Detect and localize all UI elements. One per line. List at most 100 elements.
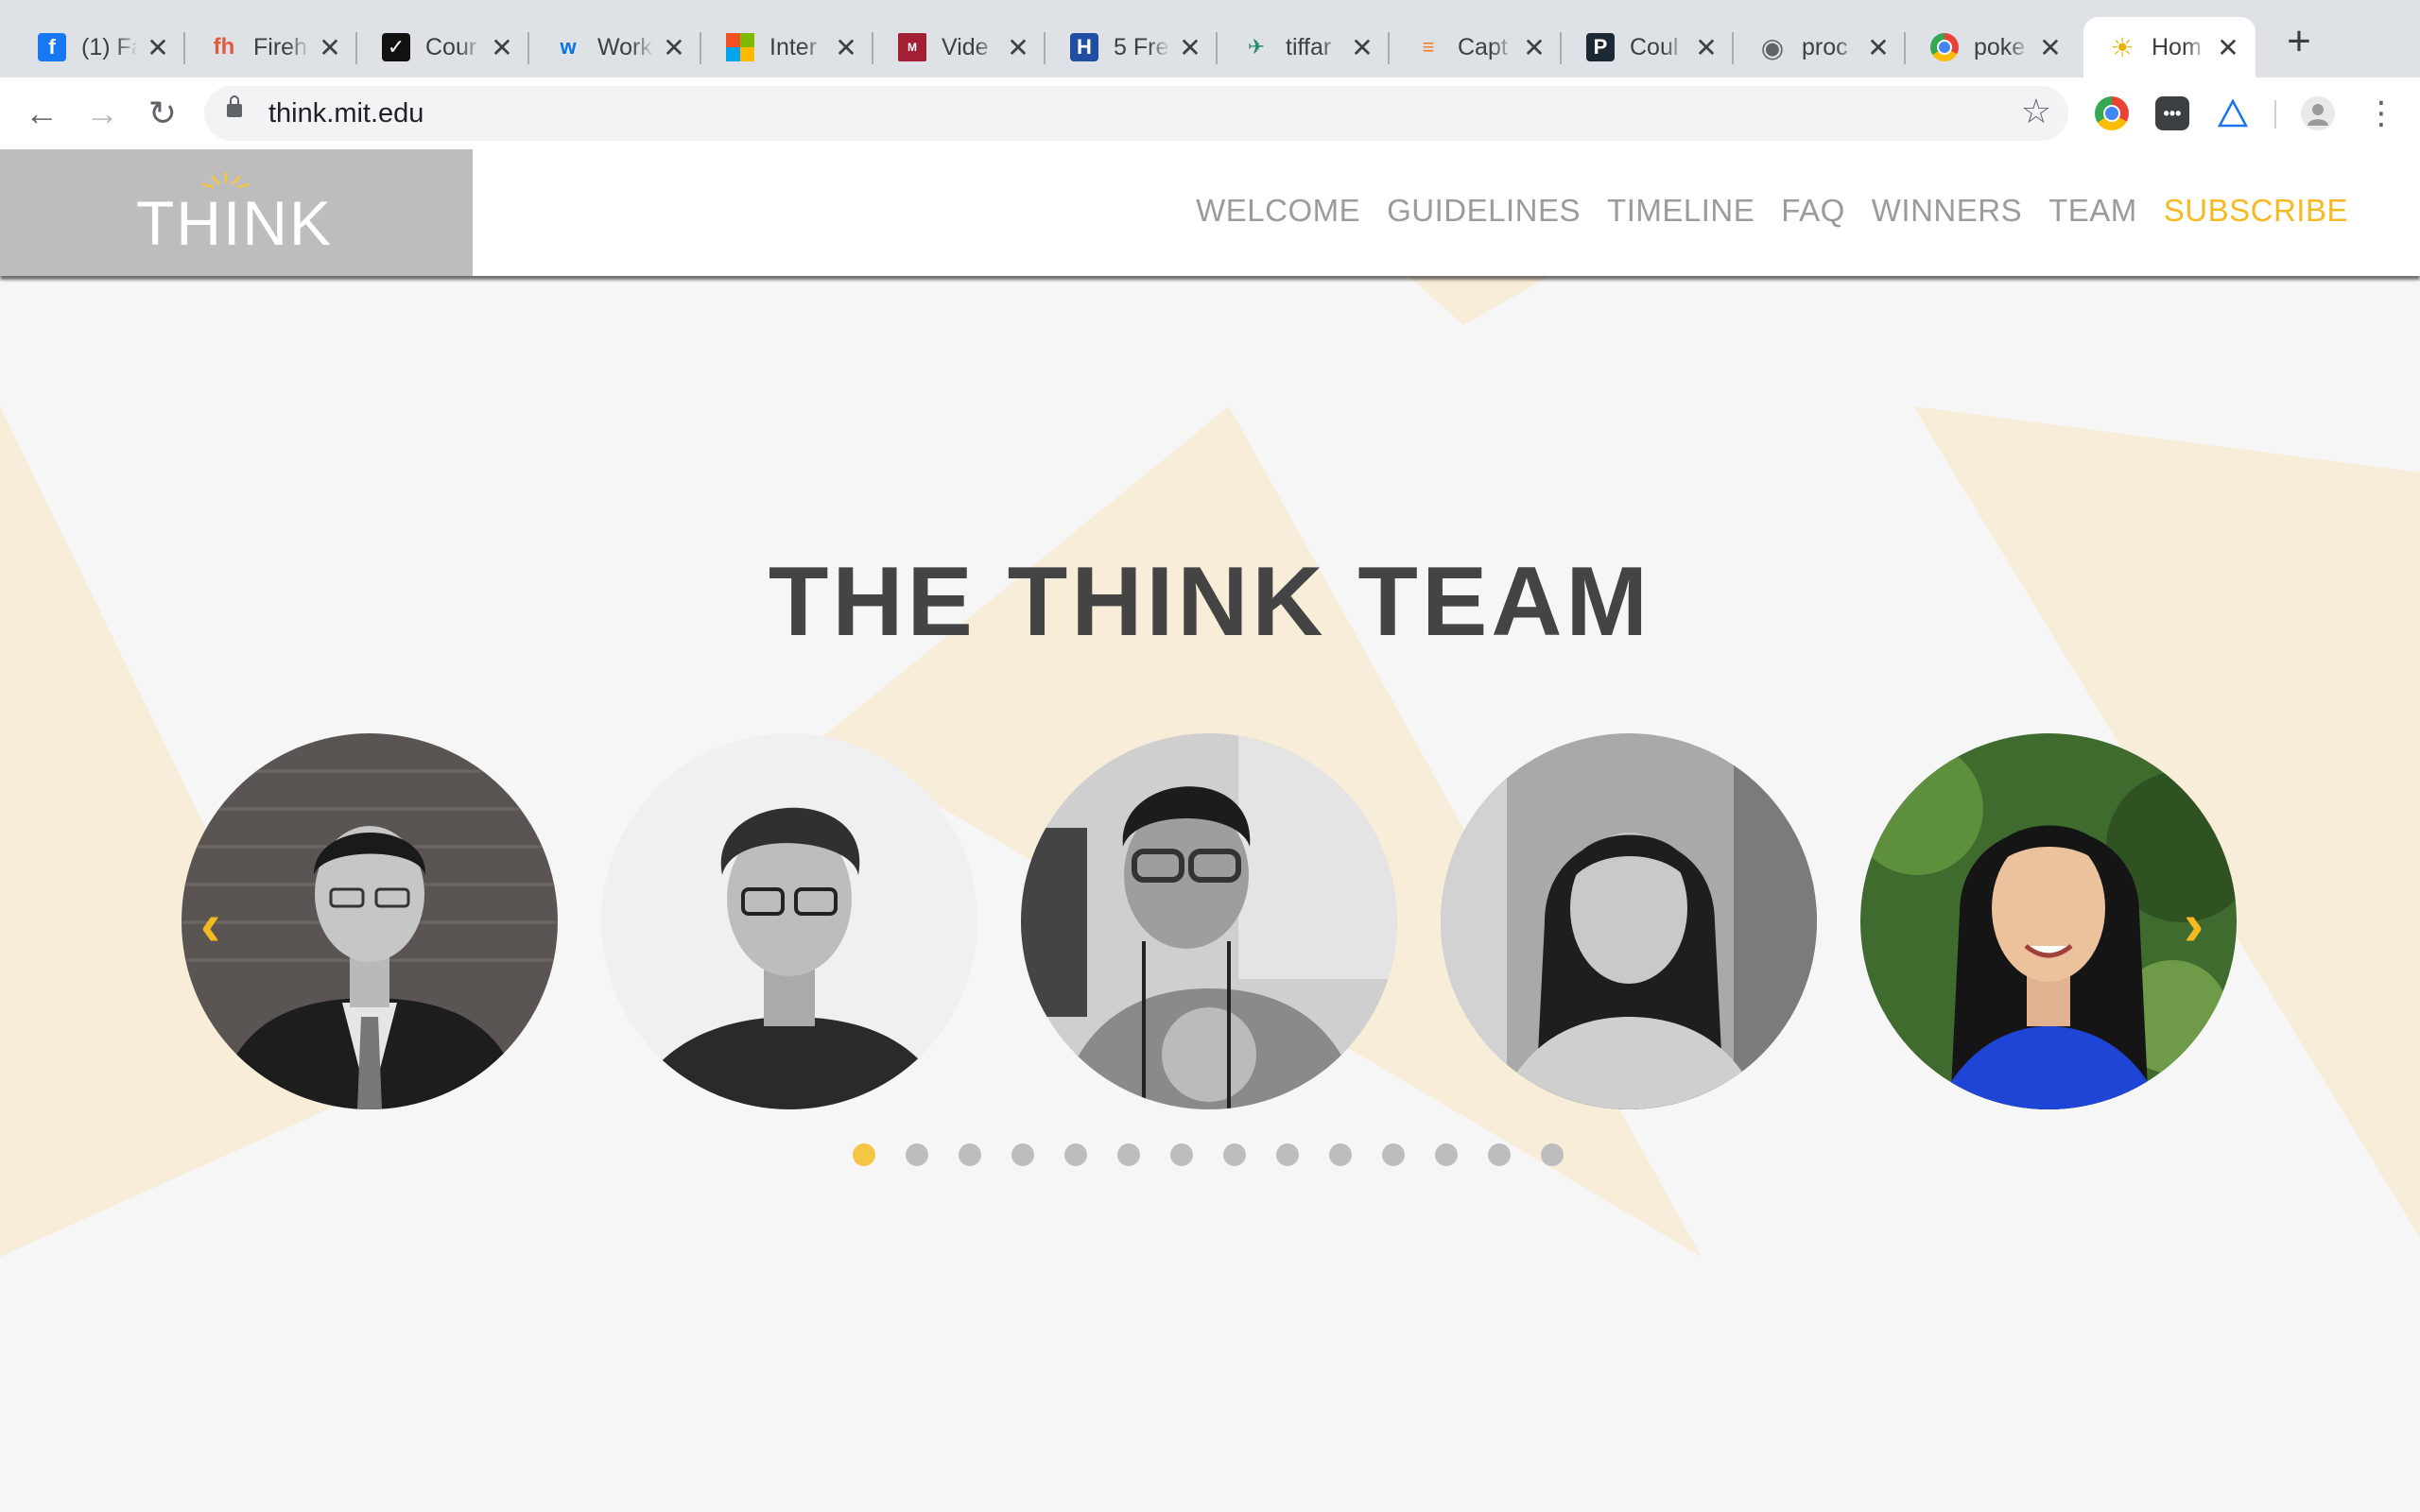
carousel-prev-button[interactable]: ‹ [200,894,220,954]
tab-title: Work [597,33,652,60]
microsoft-icon [726,33,754,61]
forward-button[interactable]: → [79,91,125,136]
close-icon[interactable]: ✕ [832,32,860,63]
site-logo[interactable]: THINK [0,149,473,276]
logo-text: THINK [136,188,333,258]
carousel-dot[interactable] [1276,1143,1299,1166]
carousel-pagination [853,1143,1564,1166]
carousel-dot[interactable] [1382,1143,1405,1166]
tab-title: tiffar [1286,33,1332,60]
browser-tab[interactable]: M Vide ✕ [873,17,1046,77]
browser-tab[interactable]: ◉ proc ✕ [1734,17,1906,77]
workday-icon: w [560,35,577,59]
browser-tab[interactable]: H 5 Fre ✕ [1046,17,1218,77]
team-member-photo[interactable] [1441,733,1817,1109]
browser-tab[interactable]: ✈ tiffar ✕ [1218,17,1390,77]
tab-title: (1) Fa [81,33,138,60]
team-member-photo[interactable] [1021,733,1397,1109]
tab-title: Inter [769,33,818,60]
carousel-dot[interactable] [1064,1143,1087,1166]
web-page: THINK WELCOME GUIDELINES TIMELINE FAQ WI… [0,149,2420,1512]
triangle-ext-icon[interactable] [2216,96,2250,130]
close-icon[interactable]: ✕ [1004,32,1032,63]
team-member-photo[interactable] [182,733,558,1109]
close-icon[interactable]: ✕ [1348,32,1376,63]
browser-tab[interactable]: ✓ Cour ✕ [357,17,529,77]
hotel-icon: H [1070,33,1098,61]
tab-title: Capt [1458,33,1508,60]
browser-tab[interactable]: P Coul ✕ [1562,17,1734,77]
tab-title: Vide [942,33,989,60]
browser-tab[interactable]: Inter ✕ [701,17,873,77]
site-header: THINK WELCOME GUIDELINES TIMELINE FAQ WI… [0,149,2420,276]
nav-guidelines[interactable]: GUIDELINES [1387,193,1581,229]
close-icon[interactable]: ✕ [316,32,344,63]
carousel-dot[interactable] [1170,1143,1193,1166]
browser-menu-button[interactable]: ⋮ [2365,91,2397,136]
carousel-dot[interactable] [1011,1143,1034,1166]
close-icon[interactable]: ✕ [1520,32,1548,63]
main-nav: WELCOME GUIDELINES TIMELINE FAQ WINNERS … [1196,193,2348,229]
carousel-dot[interactable] [1223,1143,1246,1166]
back-button[interactable]: ← [19,91,64,136]
bookmark-star-icon[interactable]: ☆ [2021,92,2051,131]
carousel-dot[interactable] [1329,1143,1352,1166]
team-member-photo[interactable] [601,733,977,1109]
carousel-dot[interactable] [906,1143,928,1166]
carousel-dot[interactable] [959,1143,981,1166]
close-icon[interactable]: ✕ [2036,32,2065,63]
close-icon[interactable]: ✕ [488,32,516,63]
lightbulb-icon: ☀ [2110,32,2135,62]
browser-tab[interactable]: w Work ✕ [529,17,701,77]
globe-icon: ◉ [1760,32,1785,62]
address-bar[interactable]: think.mit.edu ☆ [204,86,2068,141]
chrome-icon [1930,33,1959,61]
tab-title: 5 Fre [1114,33,1169,60]
tab-title: Hom [2152,33,2202,60]
nav-subscribe[interactable]: SUBSCRIBE [2164,193,2348,229]
browser-tab[interactable]: poke ✕ [1906,17,2078,77]
carousel-dot[interactable] [1117,1143,1140,1166]
mit-ocw-icon: M [898,33,926,61]
dots-ext-icon[interactable]: ••• [2155,96,2189,130]
carousel-next-button[interactable]: › [2184,894,2204,954]
stack-icon: ≡ [1422,35,1435,59]
tab-title: proc [1802,33,1848,60]
nav-winners[interactable]: WINNERS [1872,193,2022,229]
carousel-dot[interactable] [1541,1143,1564,1166]
browser-tab-active[interactable]: ☀ Hom ✕ [2083,17,2256,77]
nav-timeline[interactable]: TIMELINE [1607,193,1754,229]
team-section-title: THE THINK TEAM [768,547,1652,657]
browser-tab-strip: f (1) Fa ✕ fh Fireh ✕ ✓ Cour ✕ w Work ✕ … [0,0,2420,77]
tab-title: Coul [1630,33,1679,60]
chrome-ext-icon[interactable] [2095,96,2129,130]
profile-ext-icon[interactable] [2301,96,2335,130]
browser-tab[interactable]: ≡ Capt ✕ [1390,17,1562,77]
browser-tab[interactable]: fh Fireh ✕ [185,17,357,77]
tab-title: poke [1974,33,2026,60]
tab-title: Fireh [253,33,307,60]
p-icon: P [1586,33,1615,61]
close-icon[interactable]: ✕ [1864,32,1893,63]
lock-icon [227,95,242,117]
close-icon[interactable]: ✕ [144,32,172,63]
close-icon[interactable]: ✕ [1176,32,1204,63]
team-member-photo[interactable] [1860,733,2237,1109]
close-icon[interactable]: ✕ [1692,32,1720,63]
nav-faq[interactable]: FAQ [1781,193,1845,229]
url-text[interactable]: think.mit.edu [268,98,424,129]
browser-tab[interactable]: f (1) Fa ✕ [13,17,185,77]
checkbox-icon: ✓ [382,33,410,61]
close-icon[interactable]: ✕ [660,32,688,63]
tab-title: Cour [425,33,477,60]
close-icon[interactable]: ✕ [2214,32,2242,63]
nav-team[interactable]: TEAM [2048,193,2137,229]
nav-welcome[interactable]: WELCOME [1196,193,1360,229]
facebook-icon: f [38,33,66,61]
carousel-dot[interactable] [853,1143,875,1166]
new-tab-button[interactable]: + [2278,21,2320,62]
carousel-dot[interactable] [1488,1143,1511,1166]
bird-icon: ✈ [1247,35,1266,59]
carousel-dot[interactable] [1435,1143,1458,1166]
reload-button[interactable]: ↻ [140,91,185,136]
